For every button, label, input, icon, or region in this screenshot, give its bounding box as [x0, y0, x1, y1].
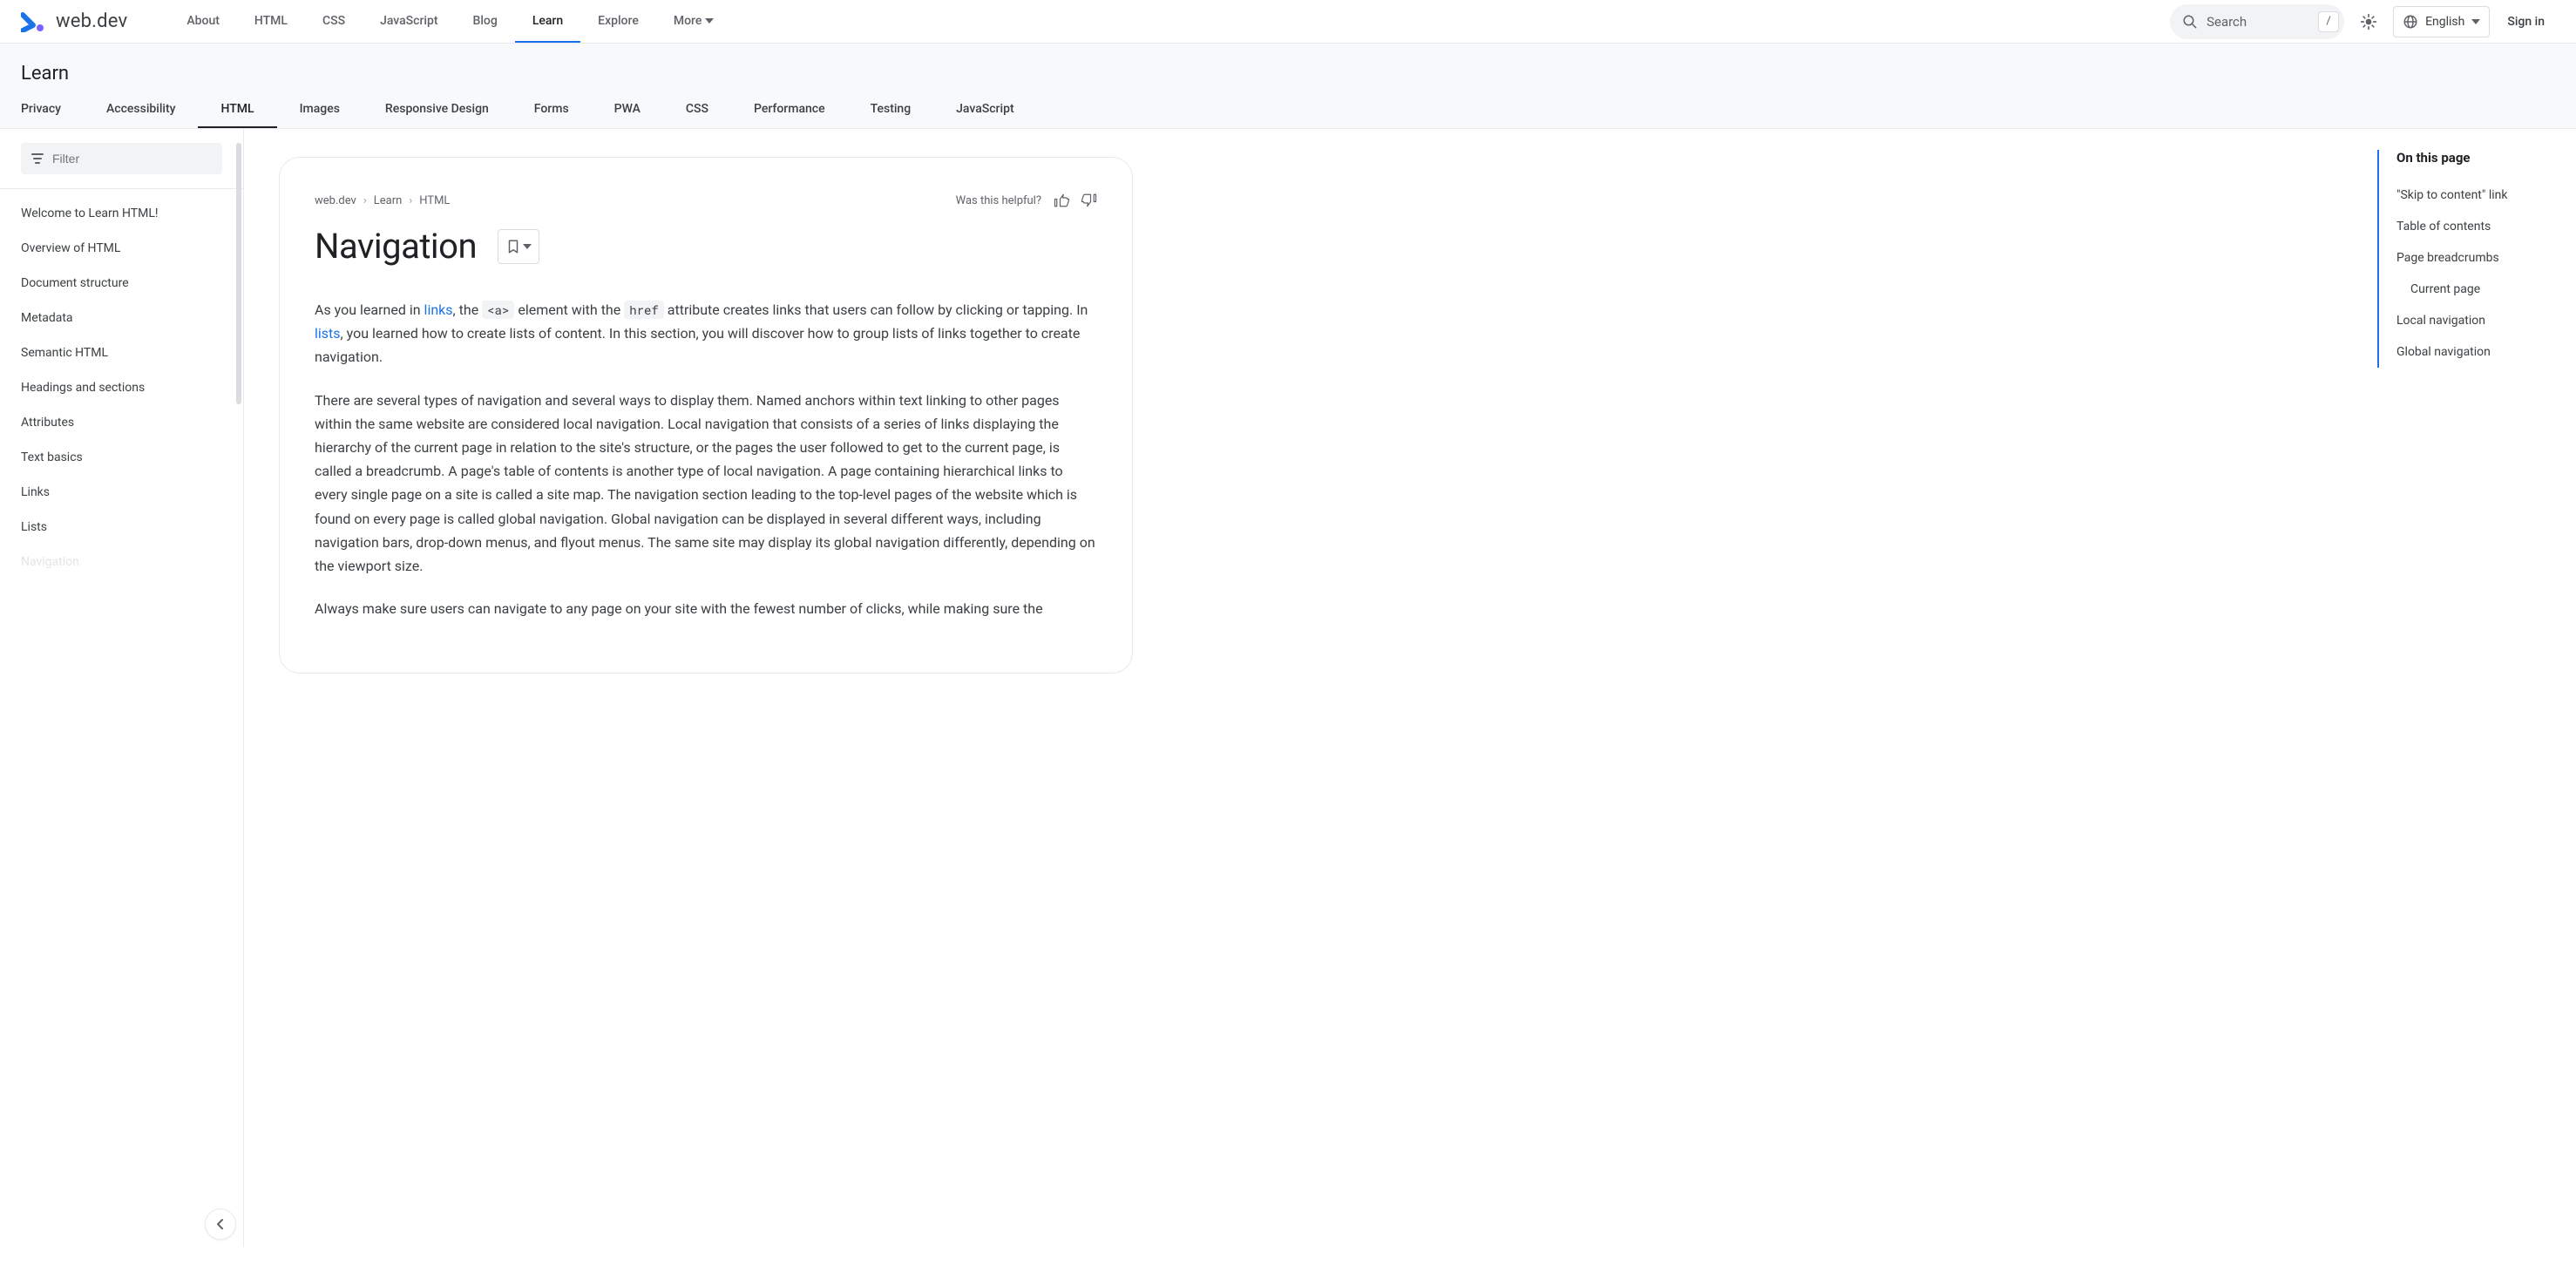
helpful-widget: Was this helpful? — [956, 193, 1097, 208]
helpful-label: Was this helpful? — [956, 194, 1041, 207]
nav-learn[interactable]: Learn — [515, 0, 580, 43]
filter-box[interactable] — [21, 143, 222, 174]
main: web.dev › Learn › HTML Was this helpful?… — [244, 129, 2367, 1247]
brand-text: web.dev — [56, 10, 127, 32]
layout: Welcome to Learn HTML! Overview of HTML … — [0, 129, 2576, 1247]
top-header: web.dev About HTML CSS JavaScript Blog L… — [0, 0, 2576, 44]
nav-css[interactable]: CSS — [305, 0, 363, 43]
sidebar-item[interactable]: Text basics — [0, 440, 243, 475]
nav-more-label: More — [674, 14, 702, 28]
breadcrumb-item[interactable]: web.dev — [315, 194, 356, 207]
tab-privacy[interactable]: Privacy — [21, 90, 84, 128]
tab-javascript[interactable]: JavaScript — [933, 90, 1036, 128]
nav-blog[interactable]: Blog — [456, 0, 515, 43]
sidebar-item[interactable]: Navigation — [0, 545, 243, 579]
link-lists[interactable]: lists — [315, 325, 341, 342]
nav-about[interactable]: About — [169, 0, 237, 43]
code: href — [624, 301, 664, 319]
article-card: web.dev › Learn › HTML Was this helpful?… — [279, 157, 1133, 674]
page-title: Navigation — [315, 226, 477, 267]
theme-toggle-button[interactable] — [2351, 4, 2386, 39]
chevron-right-icon: › — [409, 194, 412, 207]
sidebar-item[interactable]: Document structure — [0, 266, 243, 301]
toc-title: On this page — [2396, 150, 2555, 166]
sidebar-item[interactable]: Semantic HTML — [0, 335, 243, 370]
primary-nav: About HTML CSS JavaScript Blog Learn Exp… — [169, 0, 731, 43]
chevron-down-icon — [2471, 19, 2480, 24]
language-label: English — [2425, 15, 2464, 29]
chevron-down-icon — [705, 18, 714, 24]
section-header: Learn Privacy Accessibility HTML Images … — [0, 44, 2576, 129]
sidebar-item[interactable]: Links — [0, 475, 243, 510]
search-shortcut: / — [2318, 11, 2339, 32]
nav-explore[interactable]: Explore — [580, 0, 656, 43]
tab-html[interactable]: HTML — [198, 90, 276, 128]
bookmark-button[interactable] — [498, 229, 539, 264]
nav-html[interactable]: HTML — [237, 0, 305, 43]
nav-javascript[interactable]: JavaScript — [363, 0, 455, 43]
paragraph: As you learned in links, the <a> element… — [315, 298, 1097, 369]
breadcrumb-item[interactable]: Learn — [374, 194, 403, 207]
logo[interactable]: web.dev — [21, 10, 127, 32]
tab-responsive-design[interactable]: Responsive Design — [363, 90, 512, 128]
title-row: Navigation — [315, 226, 1097, 267]
toc: On this page "Skip to content" link Tabl… — [2367, 129, 2576, 1247]
logo-icon — [21, 11, 47, 32]
section-nav: Privacy Accessibility HTML Images Respon… — [0, 90, 2576, 128]
sidebar-item[interactable]: Overview of HTML — [0, 231, 243, 266]
tab-pwa[interactable]: PWA — [592, 90, 663, 128]
sidebar-item[interactable]: Lists — [0, 510, 243, 545]
tab-accessibility[interactable]: Accessibility — [84, 90, 198, 128]
chevron-right-icon: › — [363, 194, 367, 207]
chevron-left-icon — [216, 1219, 225, 1229]
sidebar-item[interactable]: Metadata — [0, 301, 243, 335]
paragraph: Always make sure users can navigate to a… — [315, 597, 1097, 620]
sidebar-item[interactable]: Welcome to Learn HTML! — [0, 196, 243, 231]
bookmark-icon — [505, 239, 521, 254]
breadcrumb: web.dev › Learn › HTML — [315, 194, 450, 207]
breadcrumb-item[interactable]: HTML — [419, 194, 450, 207]
sidebar-item[interactable]: Attributes — [0, 405, 243, 440]
section-title: Learn — [0, 44, 2576, 90]
sun-icon — [2360, 13, 2377, 30]
nav-more[interactable]: More — [656, 0, 732, 43]
scrollbar-thumb[interactable] — [236, 143, 241, 404]
toc-item[interactable]: Table of contents — [2396, 211, 2555, 242]
tab-performance[interactable]: Performance — [731, 90, 848, 128]
chevron-down-icon — [523, 244, 532, 249]
thumbs-down-icon[interactable] — [1081, 193, 1097, 208]
sidebar: Welcome to Learn HTML! Overview of HTML … — [0, 129, 244, 1247]
breadcrumb-row: web.dev › Learn › HTML Was this helpful? — [315, 193, 1097, 208]
toc-item[interactable]: Current page — [2396, 274, 2555, 305]
sidebar-item[interactable]: Headings and sections — [0, 370, 243, 405]
filter-input[interactable] — [52, 152, 212, 166]
globe-icon — [2403, 14, 2418, 30]
collapse-sidebar-button[interactable] — [205, 1208, 236, 1240]
language-selector[interactable]: English — [2393, 6, 2490, 37]
filter-icon — [31, 152, 44, 165]
toc-item[interactable]: Page breadcrumbs — [2396, 242, 2555, 274]
search-placeholder: Search — [2207, 14, 2309, 30]
search-box[interactable]: Search / — [2170, 4, 2344, 39]
code: <a> — [482, 301, 514, 319]
paragraph: There are several types of navigation an… — [315, 389, 1097, 579]
tab-testing[interactable]: Testing — [848, 90, 934, 128]
thumbs-up-icon[interactable] — [1054, 193, 1069, 208]
sidebar-list: Welcome to Learn HTML! Overview of HTML … — [0, 188, 243, 586]
toc-item[interactable]: Global navigation — [2396, 336, 2555, 368]
link-links[interactable]: links — [424, 301, 453, 318]
tab-forms[interactable]: Forms — [512, 90, 592, 128]
signin-link[interactable]: Sign in — [2497, 15, 2555, 29]
toc-item[interactable]: "Skip to content" link — [2396, 179, 2555, 211]
toc-item[interactable]: Local navigation — [2396, 305, 2555, 336]
tab-css[interactable]: CSS — [663, 90, 731, 128]
search-icon — [2182, 14, 2198, 30]
tab-images[interactable]: Images — [277, 90, 363, 128]
